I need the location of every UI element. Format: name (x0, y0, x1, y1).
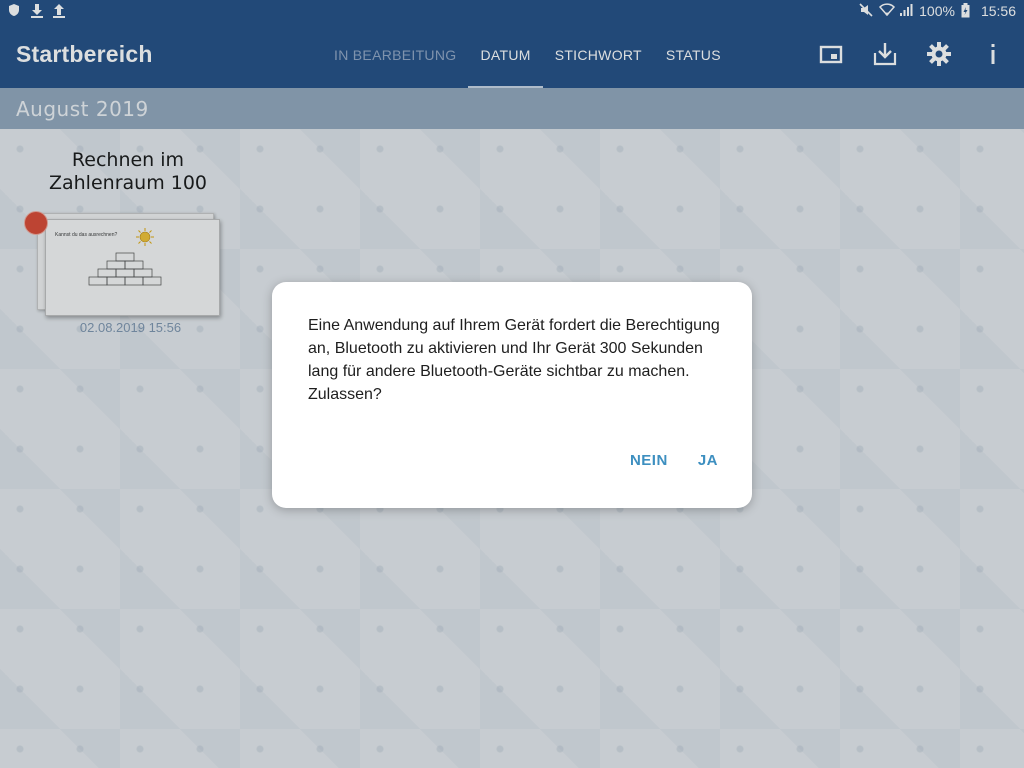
bluetooth-permission-dialog: Eine Anwendung auf Ihrem Gerät fordert d… (272, 282, 752, 508)
allow-button[interactable]: JA (698, 452, 718, 469)
dialog-buttons: NEIN JA (630, 452, 718, 469)
deny-button[interactable]: NEIN (630, 452, 668, 469)
dialog-message: Eine Anwendung auf Ihrem Gerät fordert d… (308, 317, 720, 403)
